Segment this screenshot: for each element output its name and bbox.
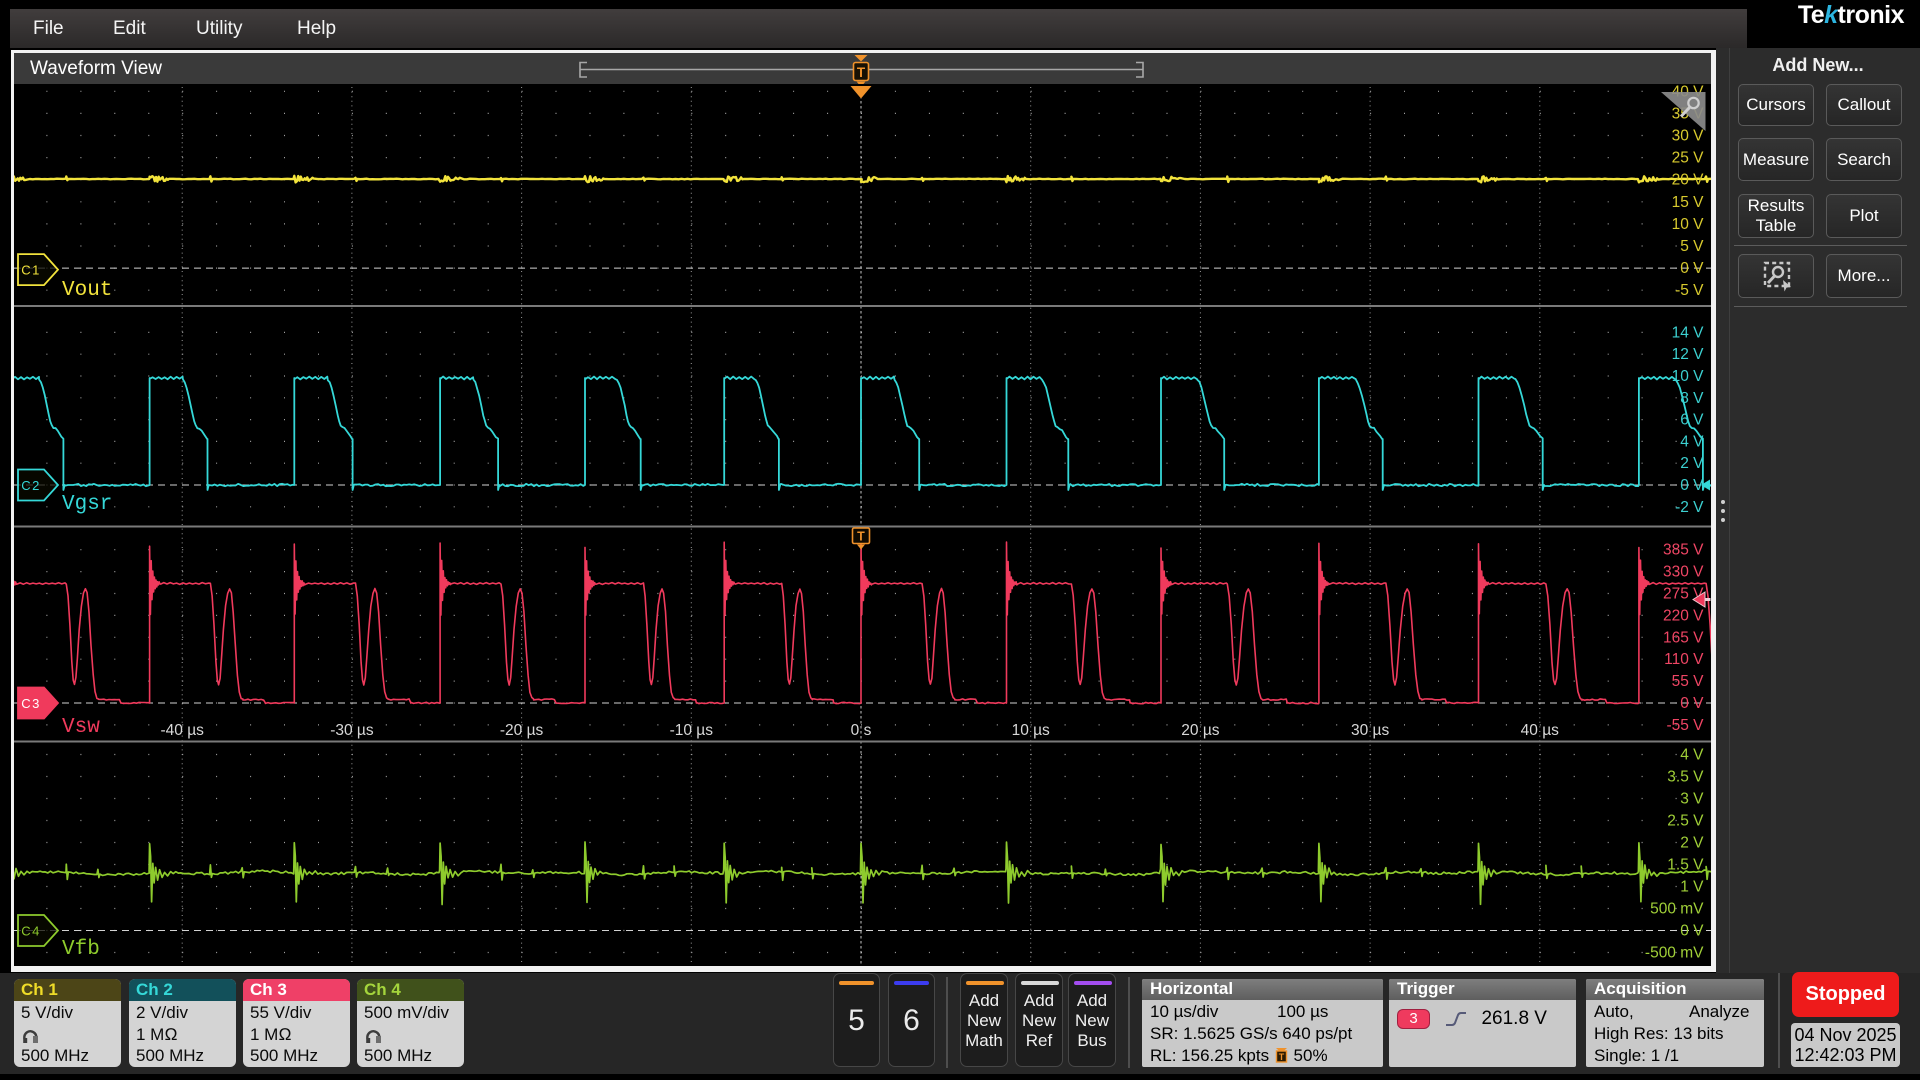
svg-text:-5 V: -5 V — [1675, 282, 1704, 299]
svg-text:2 V: 2 V — [1680, 835, 1704, 852]
svg-text:40 µs: 40 µs — [1521, 722, 1559, 739]
svg-text:10 µs: 10 µs — [1012, 722, 1050, 739]
svg-text:1 V: 1 V — [1680, 879, 1704, 896]
svg-text:0 V: 0 V — [1680, 477, 1704, 494]
svg-text:2 V: 2 V — [1680, 455, 1704, 472]
svg-text:12 V: 12 V — [1672, 346, 1705, 363]
svg-text:-2 V: -2 V — [1675, 499, 1704, 516]
svg-text:0 V: 0 V — [1680, 695, 1704, 712]
svg-text:-10 µs: -10 µs — [670, 722, 714, 739]
svg-text:3.5 V: 3.5 V — [1667, 769, 1704, 786]
svg-text:2.5 V: 2.5 V — [1667, 813, 1704, 830]
svg-text:500 mV: 500 mV — [1650, 901, 1704, 918]
svg-text:3 V: 3 V — [1680, 791, 1704, 808]
svg-text:15 V: 15 V — [1672, 194, 1705, 211]
svg-text:Vsw: Vsw — [62, 716, 100, 739]
svg-text:110 V: 110 V — [1664, 651, 1704, 668]
svg-text:-40 µs: -40 µs — [161, 722, 205, 739]
svg-text:20 µs: 20 µs — [1181, 722, 1219, 739]
svg-text:0 V: 0 V — [1680, 923, 1704, 940]
svg-text:6 V: 6 V — [1680, 412, 1704, 429]
svg-text:C3: C3 — [21, 696, 41, 711]
svg-text:165 V: 165 V — [1663, 629, 1704, 646]
svg-text:C4: C4 — [21, 924, 41, 939]
svg-text:Vfb: Vfb — [62, 938, 100, 961]
svg-text:C1: C1 — [21, 263, 41, 278]
svg-text:25 V: 25 V — [1672, 150, 1705, 167]
svg-text:10 V: 10 V — [1672, 216, 1705, 233]
svg-text:-30 µs: -30 µs — [330, 722, 374, 739]
svg-text:20 V: 20 V — [1672, 172, 1705, 189]
svg-text:4 V: 4 V — [1680, 433, 1704, 450]
svg-text:0 V: 0 V — [1680, 260, 1704, 277]
svg-text:10 V: 10 V — [1672, 368, 1705, 385]
svg-text:-55 V: -55 V — [1666, 717, 1704, 734]
svg-text:30 V: 30 V — [1672, 128, 1705, 145]
svg-text:T: T — [857, 65, 866, 80]
svg-text:C2: C2 — [21, 478, 41, 493]
svg-text:5 V: 5 V — [1680, 238, 1704, 255]
svg-text:4 V: 4 V — [1680, 747, 1704, 764]
svg-text:1.5 V: 1.5 V — [1667, 857, 1704, 874]
svg-text:14 V: 14 V — [1672, 324, 1705, 341]
svg-text:Vgsr: Vgsr — [62, 493, 112, 516]
svg-text:30 µs: 30 µs — [1351, 722, 1389, 739]
svg-text:-500 mV: -500 mV — [1645, 945, 1704, 962]
svg-text:T: T — [1279, 1052, 1285, 1062]
svg-text:8 V: 8 V — [1680, 390, 1704, 407]
svg-text:55 V: 55 V — [1672, 673, 1705, 690]
svg-text:220 V: 220 V — [1663, 607, 1704, 624]
svg-text:Vout: Vout — [62, 279, 112, 302]
svg-text:330 V: 330 V — [1663, 564, 1704, 581]
svg-text:-20 µs: -20 µs — [500, 722, 544, 739]
svg-text:T: T — [857, 530, 865, 544]
svg-text:385 V: 385 V — [1663, 542, 1704, 559]
svg-text:0 s: 0 s — [851, 722, 872, 739]
